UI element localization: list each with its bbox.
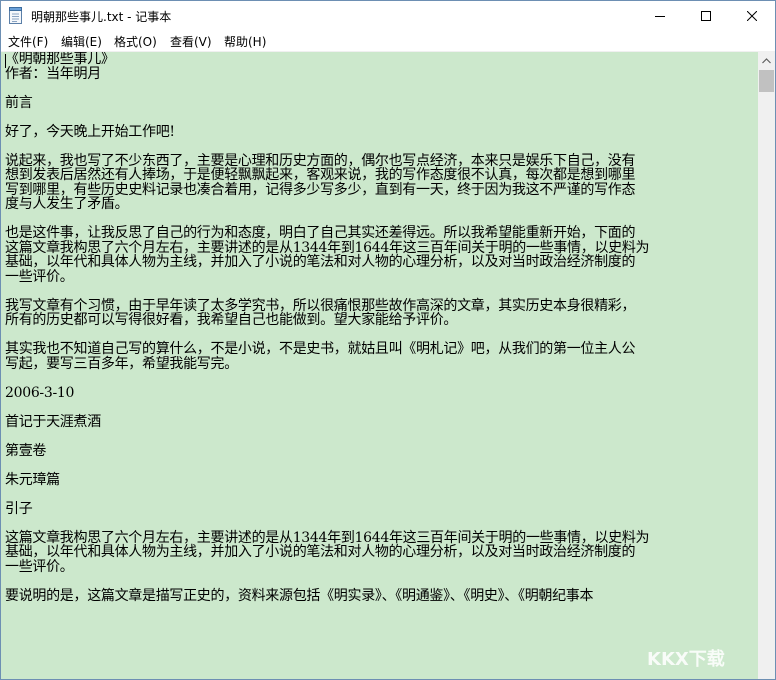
text-line: 2006-3-10 [5,384,75,401]
text-line [5,110,755,125]
text-line [5,458,755,473]
text-line: 说起来，我也写了不少东西了，主要是心理和历史方面的，偶尔也写点经济，本来只是娱乐… [5,152,636,169]
close-button[interactable] [729,1,775,31]
text-line: 朱元璋篇 [5,471,60,488]
text-line: 《明朝那些事儿》 [5,52,115,67]
text-line [5,139,755,154]
maximize-icon [701,11,711,21]
text-line: 也是这件事，让我反思了自己的行为和态度，明白了自己其实还差得远。所以我希望能重新… [5,225,636,241]
scroll-up-button[interactable] [758,52,775,69]
text-line: 基础，以年代和具体人物为主线，并加入了小说的笔法和对人物的心理分析，以及对当时政… [5,544,636,560]
text-line: 第壹卷 [5,442,47,459]
watermark: KKX下载 [647,649,725,670]
text-line: 首记于天涯煮酒 [5,413,101,430]
text-line [5,284,755,299]
menu-view[interactable]: 查看(V) [170,33,212,50]
text-line: 基础，以年代和具体人物为主线，并加入了小说的笔法和对人物的心理分析，以及对当时政… [5,254,636,270]
text-line [5,429,755,444]
text-line [5,81,755,96]
text-editor[interactable]: 《明朝那些事儿》 作者：当年明月 前言好了，今天晚上开始工作吧! 说起来，我也写了不少… [1,52,758,679]
menu-help[interactable]: 帮助(H) [224,33,266,50]
text-line: 要说明的是，这篇文章是描写正史的，资料来源包括《明实录》、《明通鉴》、《明史》、… [5,587,594,604]
menu-bar: 文件(F) 编辑(E) 格式(O) 查看(V) 帮助(H) [1,31,775,52]
menu-format[interactable]: 格式(O) [114,33,157,50]
notepad-window: 明朝那些事儿.txt - 记事本 文件(F) 编辑(E) 格式(O) 查看(V)… [0,0,776,680]
vertical-scrollbar[interactable] [758,52,775,679]
title-bar[interactable]: 明朝那些事儿.txt - 记事本 [1,1,775,31]
menu-edit[interactable]: 编辑(E) [61,33,102,50]
close-icon [747,11,757,21]
text-line [5,516,755,531]
document-text: 《明朝那些事儿》 作者：当年明月 前言好了，今天晚上开始工作吧! 说起来，我也写了不少… [5,52,755,603]
text-line: 这篇文章我构思了六个月左右，主要讲述的是从1344年到1644年这三百年间关于明… [5,239,650,256]
text-line: 一些评价。 [5,268,74,285]
text-line [5,371,755,386]
text-line [5,328,755,343]
text-line: 我写文章有个习惯，由于早年读了太多学究书，所以很痛恨那些故作高深的文章，其实历史… [5,297,636,314]
text-line [5,212,755,227]
text-line: 其实我也不知道自己写的算什么，不是小说，不是史书，就姑且叫《明札记》吧，从我们的… [5,341,636,357]
text-line: 好了，今天晚上开始工作吧! [5,123,175,140]
minimize-icon [655,16,665,17]
notepad-icon [9,7,22,24]
chevron-up-icon [762,57,771,63]
text-line [5,574,755,589]
text-line [5,487,755,502]
menu-file[interactable]: 文件(F) [8,33,48,50]
text-line: 写起，要写三百多年，希望我能写完。 [5,355,238,372]
text-line: 一些评价。 [5,558,74,575]
text-line: 前言 [5,94,33,111]
scrollbar-thumb[interactable] [759,70,774,92]
text-line: 这篇文章我构思了六个月左右，主要讲述的是从1344年到1644年这三百年间关于明… [5,529,650,546]
window-title: 明朝那些事儿.txt - 记事本 [31,10,172,24]
text-caret [5,54,6,68]
maximize-button[interactable] [683,1,729,31]
text-line [5,400,755,415]
text-line: 引子 [5,500,33,517]
text-line: 写到哪里，有些历史史料记录也凑合着用，记得多少写多少，直到有一天，终于因为我这不… [5,181,636,198]
text-line: 想到发表后居然还有人捧场，于是便轻飘飘起来，客观来说，我的写作态度很不认真，每次… [5,167,636,183]
text-line: 所有的历史都可以写得很好看，我希望自己也能做到。望大家能给予评价。 [5,312,458,328]
text-line: 作者：当年明月 [5,65,101,82]
minimize-button[interactable] [637,1,683,31]
text-line: 度与人发生了矛盾。 [5,196,129,212]
